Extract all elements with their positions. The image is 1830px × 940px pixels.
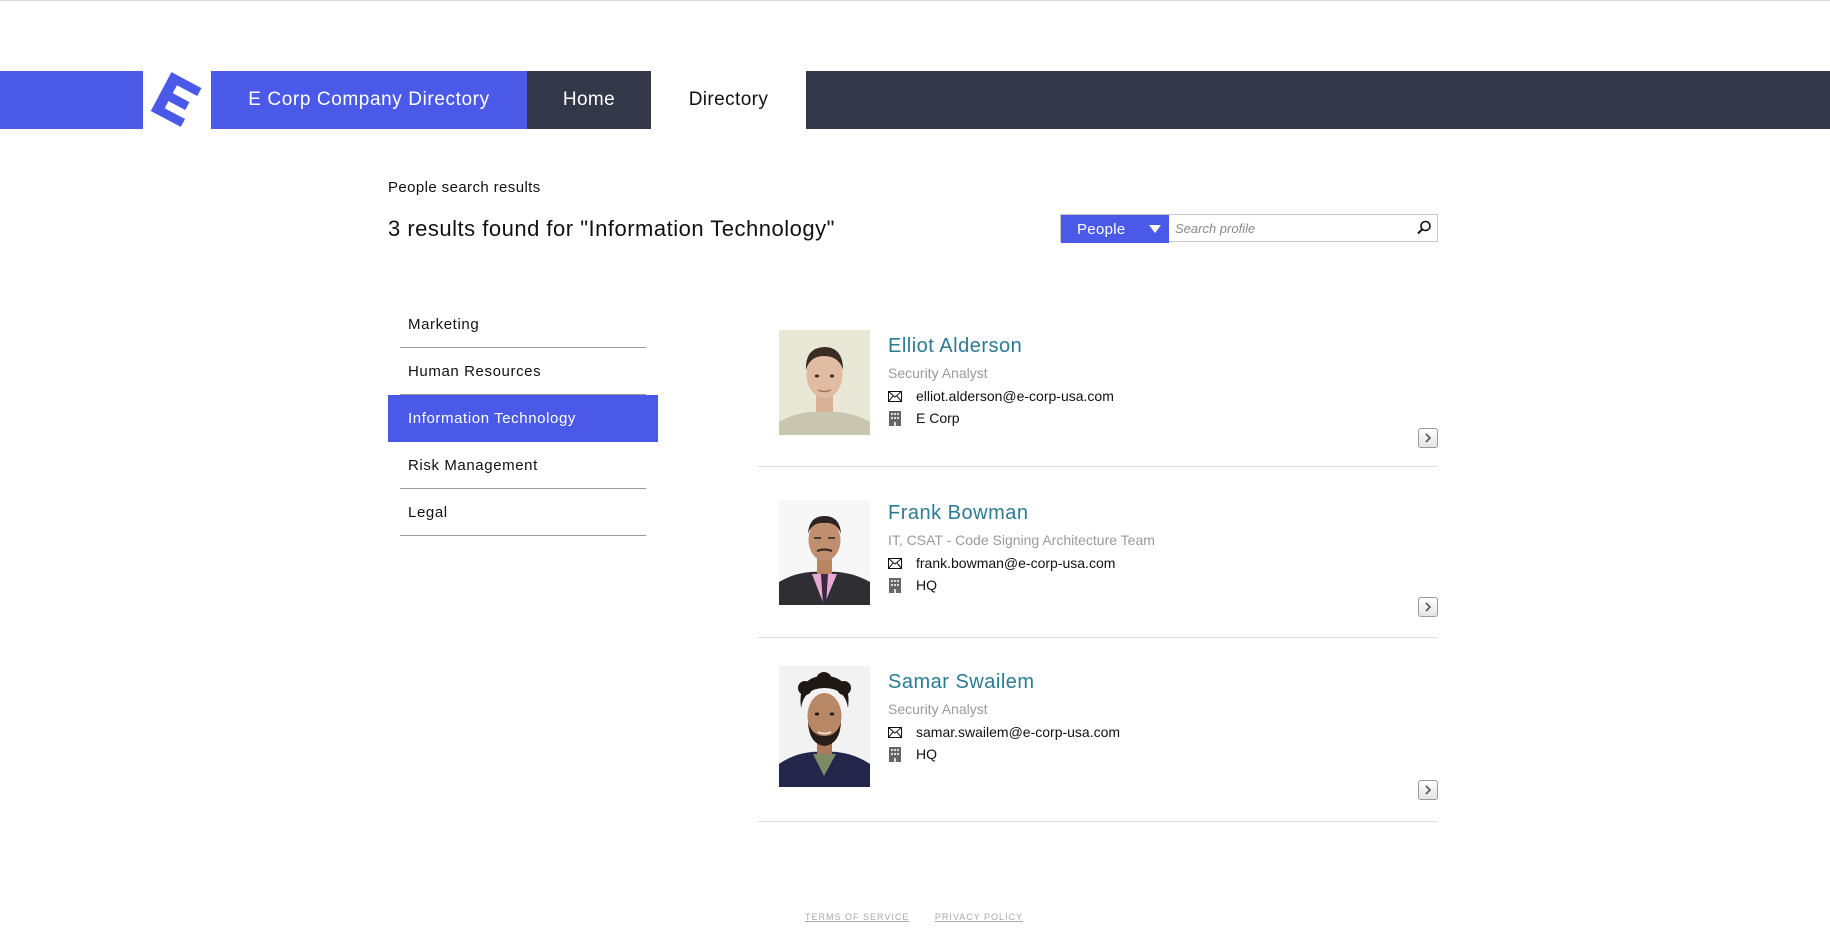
page-subtitle: People search results bbox=[388, 179, 541, 196]
terms-of-service-link[interactable]: TERMS OF SERVICE bbox=[805, 912, 909, 922]
sidebar-item-label: Marketing bbox=[408, 316, 480, 333]
ecorp-logo-icon bbox=[150, 72, 202, 127]
nav-home-link[interactable]: Home bbox=[527, 71, 651, 129]
divider bbox=[400, 535, 646, 536]
result-card: Frank Bowman IT, CSAT - Code Signing Arc… bbox=[758, 467, 1438, 638]
person-name[interactable]: Elliot Alderson bbox=[888, 335, 1022, 358]
nav-directory-link[interactable]: Directory bbox=[651, 71, 806, 129]
nav-accent-block bbox=[0, 71, 143, 129]
sidebar-item-human-resources[interactable]: Human Resources bbox=[388, 348, 658, 395]
result-card: Elliot Alderson Security Analyst elliot.… bbox=[758, 310, 1438, 467]
chevron-right-icon bbox=[1425, 433, 1432, 443]
privacy-policy-link[interactable]: PRIVACY POLICY bbox=[935, 912, 1023, 922]
top-navigation: E Corp Company Directory Home Directory bbox=[0, 71, 1830, 129]
person-email[interactable]: elliot.alderson@e-corp-usa.com bbox=[916, 388, 1114, 404]
person-role: Security Analyst bbox=[888, 365, 988, 381]
search-type-label: People bbox=[1077, 220, 1126, 238]
top-border bbox=[0, 0, 1830, 1]
avatar[interactable] bbox=[779, 500, 870, 605]
person-location: HQ bbox=[916, 577, 937, 593]
page-title: 3 results found for "Information Technol… bbox=[388, 216, 835, 241]
mail-icon bbox=[888, 556, 902, 570]
person-email-row: samar.swailem@e-corp-usa.com bbox=[888, 724, 1120, 740]
person-location-row: HQ bbox=[888, 577, 937, 593]
profile-photo-icon bbox=[779, 500, 870, 605]
building-icon bbox=[888, 578, 902, 593]
view-profile-button[interactable] bbox=[1418, 428, 1438, 448]
mail-icon bbox=[888, 389, 902, 403]
sidebar-item-risk-management[interactable]: Risk Management bbox=[388, 442, 658, 489]
person-role: Security Analyst bbox=[888, 701, 988, 717]
sidebar-item-label: Legal bbox=[408, 504, 448, 521]
ecorp-logo[interactable] bbox=[143, 71, 211, 129]
nav-brand-title[interactable]: E Corp Company Directory bbox=[211, 71, 527, 129]
avatar[interactable] bbox=[779, 666, 870, 787]
building-icon bbox=[888, 747, 902, 762]
profile-photo-icon bbox=[779, 666, 870, 787]
person-location-row: HQ bbox=[888, 746, 937, 762]
department-sidebar: Marketing Human Resources Information Te… bbox=[388, 301, 658, 536]
result-card: Samar Swailem Security Analyst samar.swa… bbox=[758, 638, 1438, 822]
chevron-right-icon bbox=[1425, 785, 1432, 795]
person-role: IT, CSAT - Code Signing Architecture Tea… bbox=[888, 532, 1155, 548]
building-icon bbox=[888, 411, 902, 426]
view-profile-button[interactable] bbox=[1418, 780, 1438, 800]
search-button[interactable] bbox=[1415, 219, 1433, 237]
sidebar-item-label: Information Technology bbox=[408, 410, 577, 427]
sidebar-item-marketing[interactable]: Marketing bbox=[388, 301, 658, 348]
caret-down-icon bbox=[1149, 225, 1161, 233]
search-input[interactable] bbox=[1175, 217, 1405, 239]
person-location-row: E Corp bbox=[888, 410, 960, 426]
person-email[interactable]: samar.swailem@e-corp-usa.com bbox=[916, 724, 1120, 740]
mail-icon bbox=[888, 725, 902, 739]
person-email-row: frank.bowman@e-corp-usa.com bbox=[888, 555, 1115, 571]
results-list: Elliot Alderson Security Analyst elliot.… bbox=[758, 310, 1438, 822]
search-type-select[interactable]: People bbox=[1061, 215, 1169, 243]
view-profile-button[interactable] bbox=[1418, 597, 1438, 617]
footer: TERMS OF SERVICE PRIVACY POLICY bbox=[805, 912, 1045, 922]
avatar[interactable] bbox=[779, 330, 870, 435]
person-email-row: elliot.alderson@e-corp-usa.com bbox=[888, 388, 1114, 404]
search-icon bbox=[1417, 220, 1431, 235]
sidebar-item-information-technology[interactable]: Information Technology bbox=[388, 395, 658, 442]
sidebar-item-label: Risk Management bbox=[408, 457, 538, 474]
person-location: HQ bbox=[916, 746, 937, 762]
person-location: E Corp bbox=[916, 410, 960, 426]
profile-photo-icon bbox=[779, 330, 870, 435]
person-email[interactable]: frank.bowman@e-corp-usa.com bbox=[916, 555, 1115, 571]
person-name[interactable]: Samar Swailem bbox=[888, 671, 1035, 694]
sidebar-item-legal[interactable]: Legal bbox=[388, 489, 658, 536]
person-name[interactable]: Frank Bowman bbox=[888, 502, 1029, 525]
sidebar-item-label: Human Resources bbox=[408, 363, 542, 380]
chevron-right-icon bbox=[1425, 602, 1432, 612]
search-bar: People bbox=[1060, 214, 1438, 243]
